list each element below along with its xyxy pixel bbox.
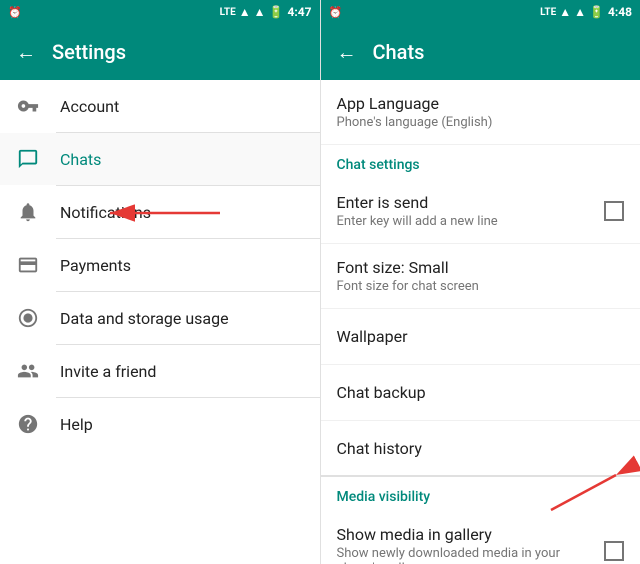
wallpaper-content: Wallpaper — [337, 327, 625, 346]
status-icons: LTE ▲ ▲ 🔋 — [220, 5, 284, 19]
key-icon — [16, 94, 40, 118]
payments-text: Payments — [60, 256, 304, 275]
payments-icon — [16, 253, 40, 277]
font-size-content: Font size: Small Font size for chat scre… — [337, 258, 625, 294]
show-media-subtitle: Show newly downloaded media in your phon… — [337, 546, 605, 564]
show-media-item[interactable]: Show media in gallery Show newly downloa… — [321, 511, 640, 564]
sidebar-item-help[interactable]: Help — [0, 398, 320, 450]
invite-label: Invite a friend — [60, 362, 304, 381]
left-time: 4:47 — [287, 5, 311, 19]
enter-send-subtitle: Enter key will add a new line — [337, 214, 605, 229]
settings-list: Account Chats Notifications — [0, 80, 320, 564]
right-wifi-icon: ▲ — [574, 5, 586, 19]
right-signal-icon: ▲ — [559, 5, 571, 19]
sidebar-item-invite[interactable]: Invite a friend — [0, 345, 320, 397]
signal-icon: ▲ — [239, 5, 251, 19]
right-status-icons: LTE ▲ ▲ 🔋 — [540, 5, 604, 19]
font-size-item[interactable]: Font size: Small Font size for chat scre… — [321, 244, 640, 309]
wallpaper-title: Wallpaper — [337, 327, 625, 346]
storage-text: Data and storage usage — [60, 309, 304, 328]
chats-label: Chats — [60, 150, 304, 169]
enter-send-item[interactable]: Enter is send Enter key will add a new l… — [321, 179, 640, 244]
notifications-label: Notifications — [60, 203, 304, 222]
sidebar-item-chats[interactable]: Chats — [0, 133, 320, 185]
account-label: Account — [60, 97, 304, 116]
sidebar-item-storage[interactable]: Data and storage usage — [0, 292, 320, 344]
chat-backup-title: Chat backup — [337, 383, 625, 402]
notifications-text: Notifications — [60, 203, 304, 222]
people-icon — [16, 359, 40, 383]
back-button[interactable]: ← — [16, 40, 36, 65]
alarm-icon: ⏰ — [8, 6, 22, 19]
bell-icon — [16, 200, 40, 224]
app-language-content: App Language Phone's language (English) — [337, 94, 625, 130]
storage-label: Data and storage usage — [60, 309, 304, 328]
help-text: Help — [60, 415, 304, 434]
font-size-title: Font size: Small — [337, 258, 625, 277]
left-page-title: Settings — [52, 40, 126, 64]
app-language-subtitle: Phone's language (English) — [337, 115, 625, 130]
app-language-item[interactable]: App Language Phone's language (English) — [321, 80, 640, 145]
wallpaper-item[interactable]: Wallpaper — [321, 309, 640, 365]
account-text: Account — [60, 97, 304, 116]
right-header: ← Chats — [321, 24, 640, 80]
right-page-title: Chats — [373, 40, 425, 64]
app-language-title: App Language — [337, 94, 625, 113]
payments-label: Payments — [60, 256, 304, 275]
show-media-checkbox[interactable] — [604, 541, 624, 561]
wifi-icon: ▲ — [254, 5, 266, 19]
right-alarm-icon: ⏰ — [329, 6, 343, 19]
enter-send-title: Enter is send — [337, 193, 605, 212]
battery-icon: 🔋 — [269, 5, 284, 19]
show-media-title: Show media in gallery — [337, 525, 605, 544]
show-media-content: Show media in gallery Show newly downloa… — [337, 525, 605, 564]
chat-settings-section-label: Chat settings — [321, 145, 640, 179]
enter-send-checkbox[interactable] — [604, 201, 624, 221]
left-panel: ⏰ LTE ▲ ▲ 🔋 4:47 ← Settings Account — [0, 0, 320, 564]
left-header: ← Settings — [0, 24, 320, 80]
right-status-bar: ⏰ LTE ▲ ▲ 🔋 4:48 — [321, 0, 640, 24]
chat-icon — [16, 147, 40, 171]
sidebar-item-account[interactable]: Account — [0, 80, 320, 132]
invite-text: Invite a friend — [60, 362, 304, 381]
sidebar-item-notifications[interactable]: Notifications — [0, 186, 320, 238]
enter-send-content: Enter is send Enter key will add a new l… — [337, 193, 605, 229]
right-battery-icon: 🔋 — [589, 5, 604, 19]
right-lte-icon: LTE — [540, 7, 556, 18]
chat-history-content: Chat history — [337, 439, 625, 458]
right-time: 4:48 — [608, 5, 632, 19]
right-back-button[interactable]: ← — [337, 40, 357, 65]
right-panel: ⏰ LTE ▲ ▲ 🔋 4:48 ← Chats App Language Ph… — [321, 0, 640, 564]
left-status-bar: ⏰ LTE ▲ ▲ 🔋 4:47 — [0, 0, 320, 24]
media-visibility-section-label: Media visibility — [321, 477, 640, 511]
chats-settings-list: App Language Phone's language (English) … — [321, 80, 640, 564]
chat-history-title: Chat history — [337, 439, 625, 458]
lte-icon: LTE — [220, 7, 236, 18]
chat-backup-item[interactable]: Chat backup — [321, 365, 640, 421]
chat-history-item[interactable]: Chat history — [321, 421, 640, 477]
font-size-subtitle: Font size for chat screen — [337, 279, 625, 294]
chat-backup-content: Chat backup — [337, 383, 625, 402]
chats-text: Chats — [60, 150, 304, 169]
help-icon — [16, 412, 40, 436]
storage-icon — [16, 306, 40, 330]
help-label: Help — [60, 415, 304, 434]
sidebar-item-payments[interactable]: Payments — [0, 239, 320, 291]
